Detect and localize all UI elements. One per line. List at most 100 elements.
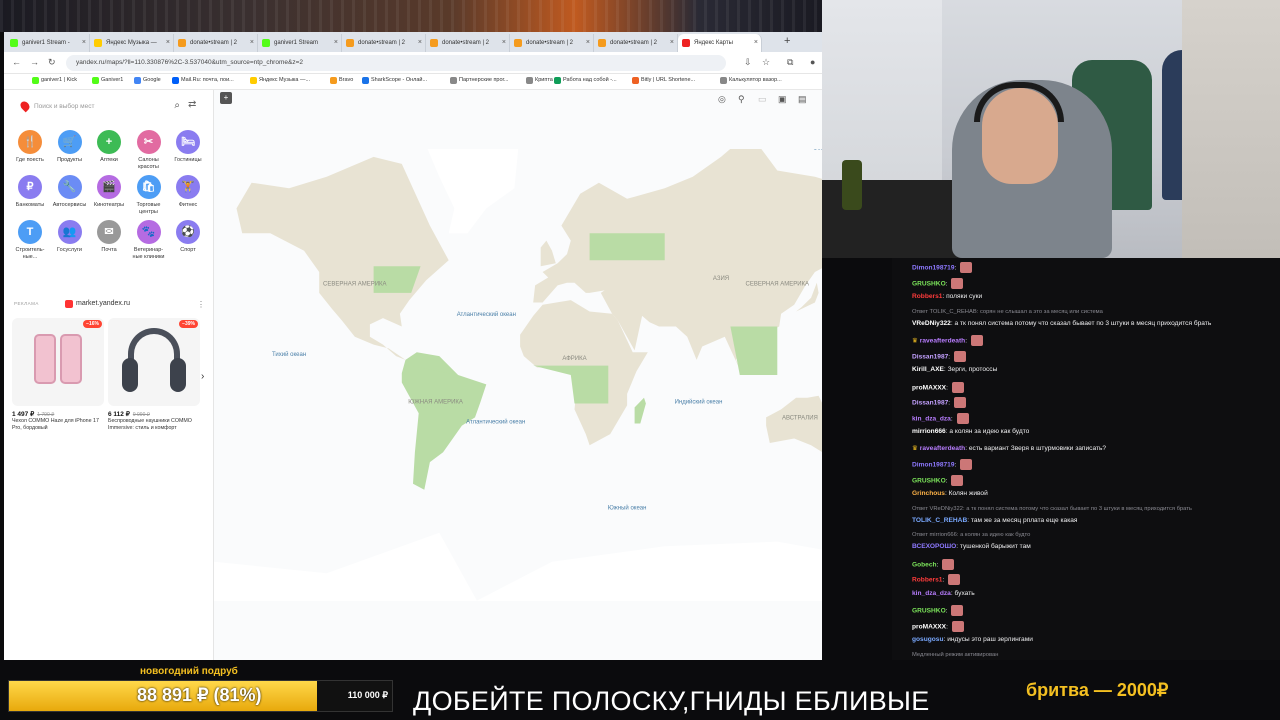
close-icon[interactable]: × <box>166 39 170 46</box>
layers-icon[interactable]: ◎ <box>718 94 726 105</box>
category-fork-knife[interactable]: 🍴 Где поесть <box>12 130 48 164</box>
chat-reply-line: Ответ mirrion666: а колян за идею как бу… <box>912 532 1030 538</box>
category-plus[interactable]: + Аптеки <box>91 130 127 164</box>
tab-label: donate•stream | 2 <box>190 40 238 46</box>
category-ruble[interactable]: ₽ Банкоматы <box>12 175 48 209</box>
profile-icon[interactable]: ● <box>810 57 815 67</box>
route-icon[interactable]: ⇄ <box>188 99 196 110</box>
bookmark-item[interactable]: SharkScope - Онлай... <box>362 77 427 84</box>
category-dumbbell[interactable]: 🏋 Фитнес <box>170 175 206 209</box>
browser-tab[interactable]: donate•stream | 2 × <box>426 34 510 52</box>
browser-tab[interactable]: donate•stream | 2 × <box>594 34 678 52</box>
category-scissors[interactable]: ✂ Салоны красоты <box>131 130 167 171</box>
ad-source-link[interactable]: market.yandex.ru <box>64 300 130 308</box>
chat-username[interactable]: VReDNiy322 <box>912 320 951 327</box>
bookmark-item[interactable]: Ganiver1 <box>92 77 123 84</box>
browser-tab[interactable]: donate•stream | 2 × <box>174 34 258 52</box>
close-icon[interactable]: × <box>502 39 506 46</box>
category-mail[interactable]: ✉ Почта <box>91 220 127 254</box>
category-bed[interactable]: 🛏 Гостиницы <box>170 130 206 164</box>
install-icon[interactable]: ⇩ <box>744 57 752 68</box>
chat-username[interactable]: Gobech <box>912 561 937 568</box>
bookmark-item[interactable]: Яндекс Музыка —... <box>250 77 310 84</box>
new-tab-button[interactable]: + <box>784 35 790 47</box>
bookmark-item[interactable]: Bitly | URL Shortene... <box>632 77 695 84</box>
browser-tab[interactable]: donate•stream | 2 × <box>342 34 426 52</box>
search-icon[interactable]: ⌕ <box>174 100 180 111</box>
category-wrench[interactable]: 🔧 Автосервисы <box>52 175 88 209</box>
webcam-feed <box>822 0 1280 258</box>
browser-tab[interactable]: Яндекс Музыка — × <box>90 34 174 52</box>
bookmark-item[interactable]: Работа над собой -... <box>554 77 617 84</box>
chevron-right-icon[interactable]: › <box>201 371 204 382</box>
chat-username[interactable]: kin_dza_dza <box>912 590 951 597</box>
close-icon[interactable]: × <box>586 39 590 46</box>
search-input[interactable]: Поиск и выбор мест ⌕ <box>12 98 180 116</box>
chat-username[interactable]: GRUSHKO <box>912 280 946 287</box>
bookmark-item[interactable]: Bravo <box>330 77 353 84</box>
bookmark-item[interactable]: Google <box>134 77 161 84</box>
product-card[interactable]: −16% 1 497 ₽1 790 ₽ Чехол COMMO Haze для… <box>12 318 104 432</box>
category-hammer[interactable]: T Строитель-ные... <box>12 220 48 261</box>
browser-tab[interactable]: ganiver1 Stream × <box>258 34 342 52</box>
close-icon[interactable]: × <box>82 39 86 46</box>
tab-label: ganiver1 Stream <box>274 40 319 46</box>
chat-username[interactable]: Robbers1 <box>912 576 942 583</box>
forward-icon[interactable]: → <box>30 57 39 67</box>
chat-username[interactable]: Dissan1987 <box>912 399 948 406</box>
browser-tab[interactable]: Яндекс Карты × <box>678 34 762 52</box>
discount-badge: −16% <box>83 320 102 328</box>
chat-username[interactable]: GRUSHKO <box>912 607 946 614</box>
category-paw[interactable]: 🐾 Ветеринар-ные клиники <box>131 220 167 261</box>
category-basket[interactable]: 🛒 Продукты <box>52 130 88 164</box>
chat-username[interactable]: GRUSHKO <box>912 477 946 484</box>
product-card[interactable]: −39% 6 112 ₽9 990 ₽ Беспроводные наушник… <box>108 318 200 432</box>
browser-tab[interactable]: ganiver1 Stream - × <box>6 34 90 52</box>
tab-favicon-icon <box>262 39 270 47</box>
bookmark-star-icon[interactable]: ☆ <box>762 57 770 68</box>
chat-username[interactable]: gosugosu <box>912 636 944 643</box>
more-icon[interactable]: ⋮ <box>197 300 205 309</box>
chat-username[interactable]: Grinchous <box>912 490 945 497</box>
url-field[interactable]: yandex.ru/maps/?ll=110.330876%2C-3.53704… <box>66 55 726 71</box>
car-icon[interactable]: ▭ <box>758 94 767 105</box>
ruler-icon[interactable]: ▤ <box>798 94 807 105</box>
bookmark-item[interactable]: Партнерские прог... <box>450 77 508 84</box>
reload-icon[interactable]: ↻ <box>48 57 56 68</box>
chat-username[interactable]: TOLIK_C_REHAB <box>912 517 967 524</box>
back-icon[interactable]: ← <box>12 57 21 67</box>
chat-username[interactable]: Robbers1 <box>912 293 942 300</box>
chat-username[interactable]: kin_dza_dza <box>912 415 951 422</box>
close-icon[interactable]: × <box>418 39 422 46</box>
chat-username[interactable]: mirrion666 <box>912 428 946 435</box>
category-bag[interactable]: 🛍 Торговые центры <box>131 175 167 216</box>
chat-username[interactable]: Dissan1987 <box>912 353 948 360</box>
close-icon[interactable]: × <box>754 39 758 46</box>
pedestrian-icon[interactable]: ⚲ <box>738 94 745 105</box>
chat-username[interactable]: proMAXXX <box>912 623 946 630</box>
category-dumbbell[interactable]: ⚽ Спорт <box>170 220 206 254</box>
chat-username[interactable]: ВСЕХОРОШО <box>912 543 956 550</box>
bookmark-item[interactable]: Крипта <box>526 77 553 84</box>
chat-username[interactable]: Dimon198719 <box>912 461 955 468</box>
expand-panel-icon[interactable]: + <box>220 92 232 104</box>
browser-tab[interactable]: donate•stream | 2 × <box>510 34 594 52</box>
bookmark-item[interactable]: ganiver1 | Kick <box>32 77 77 84</box>
maps-side-panel: Поиск и выбор мест ⌕ ⇄ 🍴 Где поесть 🛒 Проду… <box>4 90 214 660</box>
close-icon[interactable]: × <box>334 39 338 46</box>
world-map[interactable]: АЗИЯ СЕВЕРНАЯ АМЕРИКА СЕВЕРНАЯ АМЕРИКА АФРИ… <box>214 149 822 601</box>
close-icon[interactable]: × <box>250 39 254 46</box>
chat-username[interactable]: raveafterdeath <box>920 445 965 452</box>
chat-username[interactable]: Kirill_AXE <box>912 366 944 373</box>
category-people[interactable]: 👥 Госуслуги <box>52 220 88 254</box>
chat-username[interactable]: proMAXXX <box>912 384 946 391</box>
bookmark-item[interactable]: Калькулятор вазор... <box>720 77 782 84</box>
category-film[interactable]: 🎬 Кинотеатры <box>91 175 127 209</box>
chat-username[interactable]: raveafterdeath <box>920 337 965 344</box>
extensions-icon[interactable]: ⧉ <box>787 57 793 68</box>
chat-username[interactable]: Dimon198719 <box>912 264 955 271</box>
map-area[interactable]: + ◎ ⚲ ▭ ▣ ▤ АЗИЯ СЕВЕРНАЯ АМЕРИКА СЕВЕРНАЯ… <box>214 90 822 660</box>
close-icon[interactable]: × <box>670 39 674 46</box>
bus-icon[interactable]: ▣ <box>778 94 787 105</box>
bookmark-item[interactable]: Mail.Ru: почта, пои... <box>172 77 234 84</box>
